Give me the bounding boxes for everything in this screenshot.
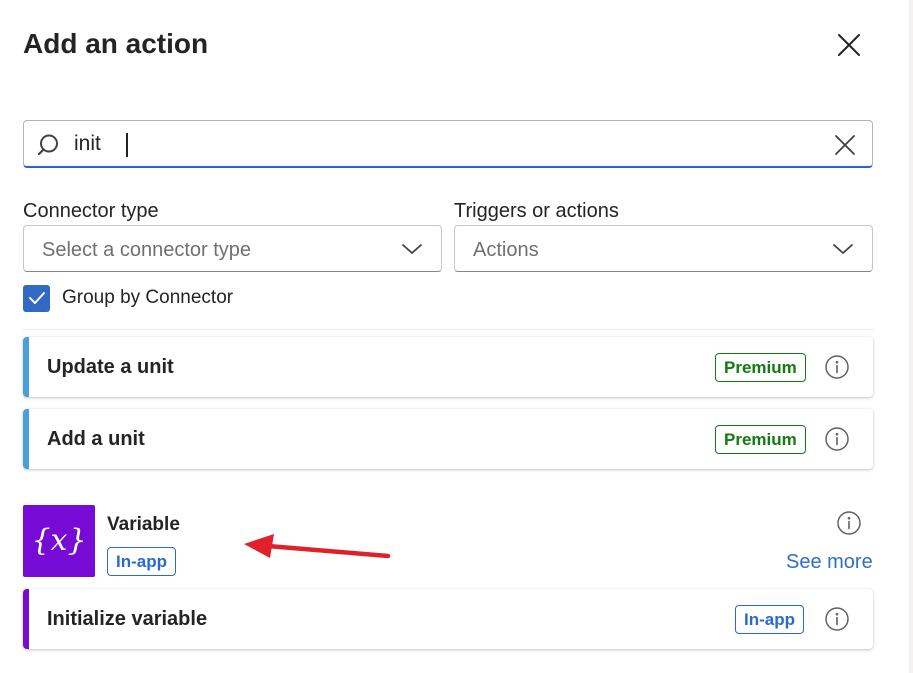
see-more-link[interactable]: See more (786, 551, 873, 574)
dialog-title: Add an action (23, 28, 209, 59)
group-by-connector-row: Group by Connector (23, 284, 234, 312)
check-icon (28, 292, 45, 304)
inapp-badge: In-app (735, 605, 804, 634)
variable-icon: {x} (31, 523, 86, 558)
variable-icon-text: {x} (31, 523, 86, 558)
close-button[interactable] (832, 28, 866, 62)
panel-edge (909, 0, 913, 673)
chevron-down-icon (402, 244, 422, 254)
search-icon (38, 134, 58, 156)
connector-type-label: Connector type (23, 200, 159, 222)
inapp-badge: In-app (107, 547, 176, 576)
group-by-connector-checkbox[interactable] (23, 284, 50, 312)
action-label: Update a unit (47, 356, 174, 378)
text-caret (126, 133, 128, 157)
triggers-or-actions-dropdown[interactable]: Actions (454, 225, 873, 272)
clear-search-button[interactable] (830, 130, 860, 160)
card-accent (23, 589, 29, 649)
action-card-update-a-unit[interactable]: Update a unit Premium (23, 337, 873, 397)
search-box[interactable] (23, 120, 873, 168)
action-card-add-a-unit[interactable]: Add a unit Premium (23, 409, 873, 469)
clear-icon (835, 135, 855, 155)
info-icon[interactable] (836, 510, 862, 536)
premium-badge: Premium (715, 425, 806, 454)
search-input[interactable] (74, 129, 814, 159)
card-accent (23, 409, 29, 469)
close-icon (838, 34, 860, 56)
card-accent (23, 337, 29, 397)
premium-badge: Premium (715, 353, 806, 382)
variable-connector-logo[interactable]: {x} (23, 505, 95, 577)
triggers-or-actions-value: Actions (473, 239, 539, 261)
chevron-down-icon (833, 244, 853, 254)
action-label: Initialize variable (47, 608, 208, 630)
info-icon[interactable] (824, 606, 850, 632)
action-label: Add a unit (47, 428, 145, 450)
info-icon[interactable] (824, 354, 850, 380)
group-by-connector-label: Group by Connector (62, 287, 234, 308)
action-card-initialize-variable[interactable]: Initialize variable In-app (23, 589, 873, 649)
arrow-annotation (244, 534, 391, 559)
connector-type-dropdown[interactable]: Select a connector type (23, 225, 442, 272)
connector-name: Variable (107, 514, 180, 535)
triggers-or-actions-label: Triggers or actions (454, 200, 619, 222)
connector-type-placeholder: Select a connector type (42, 239, 252, 261)
divider (23, 329, 873, 330)
info-icon[interactable] (824, 426, 850, 452)
